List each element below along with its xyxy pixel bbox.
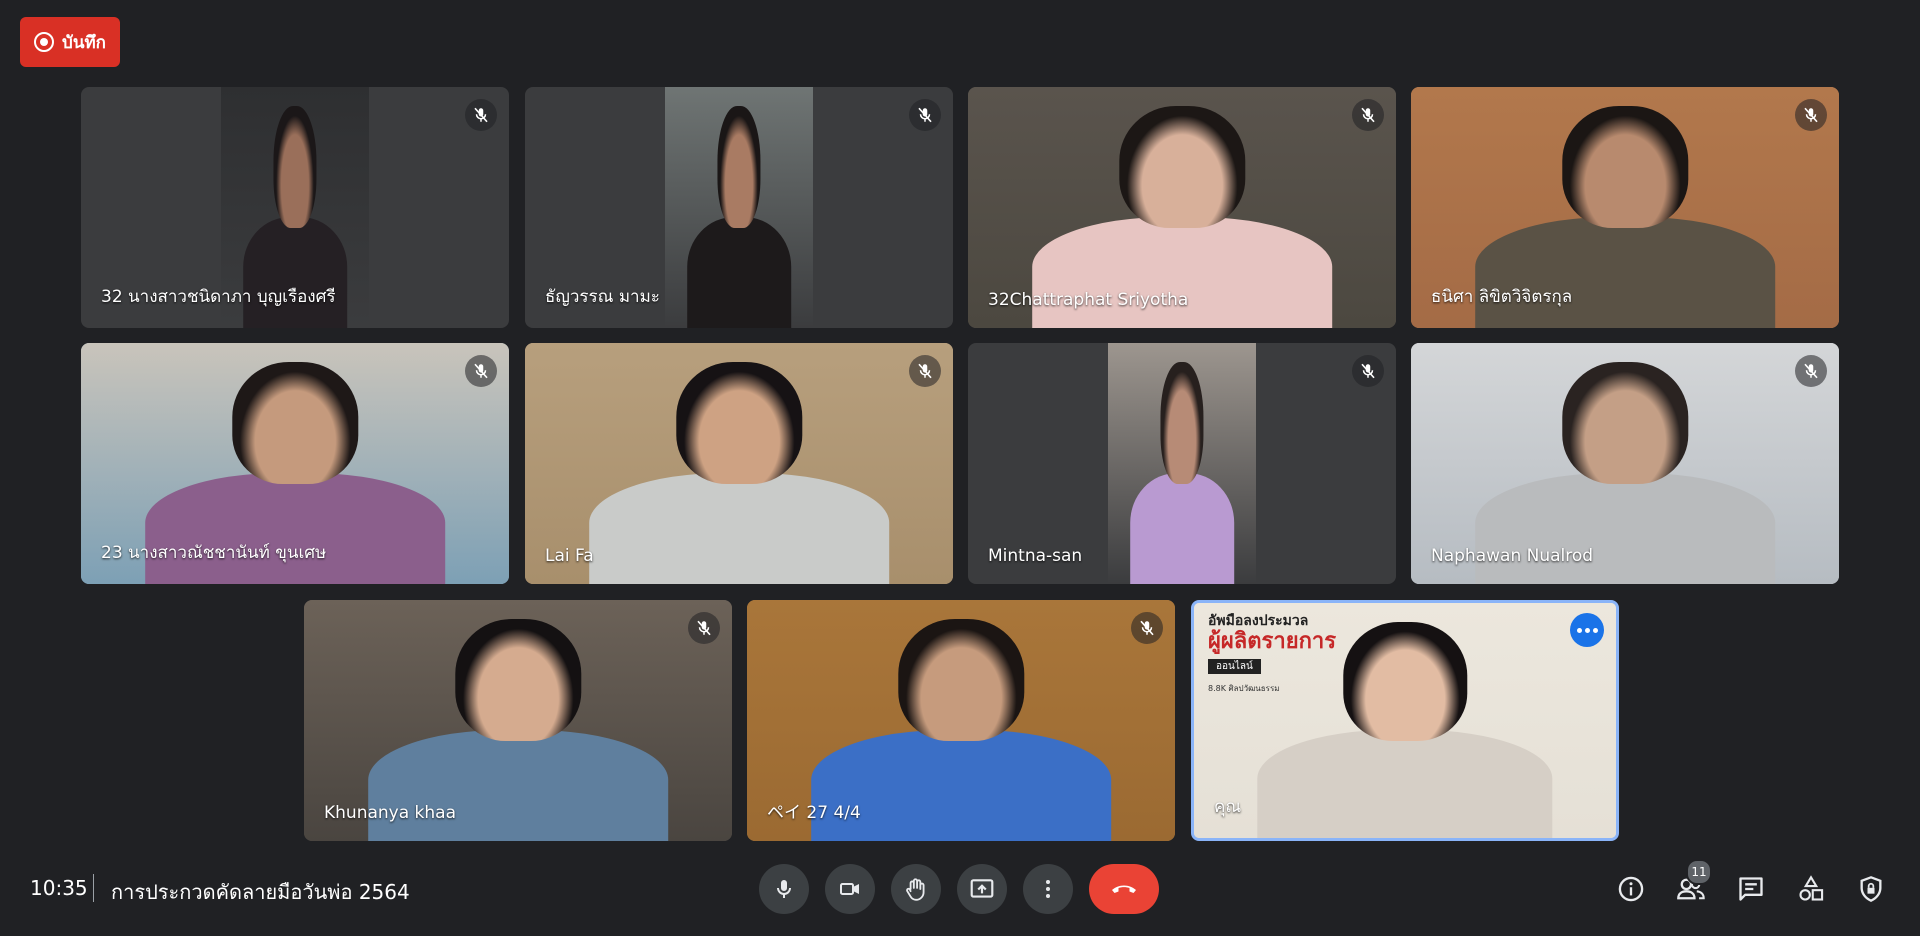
participant-name: Naphawan Nualrod	[1431, 546, 1594, 566]
meeting-title: การประกวดคัดลายมือวันพ่อ 2564	[111, 880, 410, 904]
host-controls-button[interactable]	[1852, 868, 1890, 910]
figure-body	[145, 473, 445, 584]
participant-tile[interactable]: ペイ 27 4/4	[747, 600, 1175, 841]
end-call-icon	[1112, 885, 1136, 893]
figure-head	[273, 106, 317, 229]
participant-name: Khunanya khaa	[324, 803, 456, 823]
chat-button[interactable]	[1732, 868, 1770, 910]
camera-button[interactable]	[825, 864, 875, 914]
figure-head	[898, 619, 1024, 742]
call-controls	[759, 864, 1159, 914]
figure-head	[1342, 621, 1468, 741]
meeting-details-button[interactable]	[1612, 868, 1650, 910]
camera-icon	[840, 883, 859, 895]
more-vert-icon	[1046, 880, 1050, 898]
participant-name: ธัญวรรณ มามะ	[545, 287, 660, 307]
recording-indicator[interactable]: บันทึก	[20, 17, 120, 67]
participant-name: Lai Fa	[545, 546, 594, 566]
muted-mic-icon	[1795, 99, 1827, 131]
self-video-tile[interactable]: อัพมือลงประมวล ผู้ผลิตรายการออนไลน์ 8.8K ศ…	[1191, 600, 1619, 841]
participant-tile[interactable]: 32 นางสาวชนิดาภา บุญเรืองศรี	[81, 87, 509, 328]
shield-lock-icon	[1860, 876, 1882, 902]
figure-head	[455, 619, 581, 742]
video-feed	[1108, 343, 1256, 584]
figure-body	[1257, 729, 1553, 838]
microphone-icon	[777, 880, 791, 898]
raise-hand-button[interactable]	[891, 864, 941, 914]
participant-tile[interactable]: ธัญวรรณ มามะ	[525, 87, 953, 328]
figure-body	[243, 217, 347, 328]
participant-name: 32 นางสาวชนิดาภา บุญเรืองศรี	[101, 287, 336, 307]
participant-name: คุณ	[1214, 797, 1242, 817]
participant-tile[interactable]: Khunanya khaa	[304, 600, 732, 841]
poster-text: 8.8K ศิลปวัฒนธรรม	[1208, 684, 1280, 694]
figure-head	[717, 106, 761, 229]
figure-head	[232, 362, 358, 485]
muted-mic-icon	[688, 612, 720, 644]
participant-tile[interactable]: Naphawan Nualrod	[1411, 343, 1839, 584]
muted-mic-icon	[1352, 355, 1384, 387]
participant-tile[interactable]: ธนิศา ลิขิตวิจิตรกุล	[1411, 87, 1839, 328]
poster-text: ผู้ผลิตรายการ	[1208, 629, 1337, 655]
participant-name: 23 นางสาวณัชชานันท์ ขุนเศษ	[101, 543, 327, 563]
tile-options-button[interactable]	[1570, 613, 1604, 647]
figure-head	[1160, 362, 1204, 485]
participant-name: ペイ 27 4/4	[767, 803, 861, 823]
figure-body	[368, 730, 668, 841]
leave-call-button[interactable]	[1089, 864, 1159, 914]
muted-mic-icon	[1795, 355, 1827, 387]
figure-body	[1130, 473, 1234, 584]
figure-body	[1032, 217, 1332, 328]
participant-name: 32Chattraphat Sriyotha	[988, 290, 1189, 310]
microphone-button[interactable]	[759, 864, 809, 914]
participant-tile[interactable]: 32Chattraphat Sriyotha	[968, 87, 1396, 328]
participant-tile[interactable]: 23 นางสาวณัชชานันท์ ขุนเศษ	[81, 343, 509, 584]
meeting-time: 10:35	[30, 876, 88, 900]
muted-mic-icon	[1352, 99, 1384, 131]
participant-figure	[1130, 362, 1234, 584]
figure-body	[1475, 473, 1775, 584]
participant-name: Mintna-san	[988, 546, 1083, 566]
participant-tile[interactable]: Mintna-san	[968, 343, 1396, 584]
participants-button[interactable]: 11	[1672, 859, 1712, 910]
divider	[93, 874, 94, 902]
muted-mic-icon	[909, 99, 941, 131]
chat-icon	[1739, 877, 1763, 901]
present-screen-button[interactable]	[957, 864, 1007, 914]
record-icon	[34, 32, 55, 52]
participant-count-badge: 11	[1686, 859, 1712, 885]
figure-head	[1562, 106, 1688, 229]
muted-mic-icon	[465, 355, 497, 387]
poster-text: ออนไลน์	[1208, 658, 1261, 675]
figure-head	[1562, 362, 1688, 485]
participant-figure	[687, 106, 791, 328]
participant-figure	[589, 362, 889, 584]
present-icon	[970, 879, 994, 898]
participant-name: ธนิศา ลิขิตวิจิตรกุล	[1431, 287, 1573, 307]
shapes-icon	[1799, 875, 1824, 901]
background-poster: อัพมือลงประมวล ผู้ผลิตรายการออนไลน์ 8.8K ศ…	[1208, 611, 1358, 696]
figure-head	[676, 362, 802, 485]
figure-body	[687, 217, 791, 328]
activities-button[interactable]	[1792, 868, 1830, 910]
raise-hand-icon	[906, 878, 925, 901]
bottom-bar: 10:35 การประกวดคัดลายมือวันพ่อ 2564 11	[0, 858, 1920, 922]
info-icon	[1618, 876, 1644, 902]
participant-tile[interactable]: Lai Fa	[525, 343, 953, 584]
meeting-tools: 11	[1612, 859, 1890, 910]
figure-body	[1475, 217, 1775, 328]
video-feed	[665, 87, 813, 328]
poster-text: อัพมือลงประมวล	[1208, 613, 1309, 629]
muted-mic-icon	[909, 355, 941, 387]
more-options-button[interactable]	[1023, 864, 1073, 914]
figure-head	[1119, 106, 1245, 229]
figure-body	[589, 473, 889, 584]
muted-mic-icon	[465, 99, 497, 131]
muted-mic-icon	[1131, 612, 1163, 644]
figure-body	[811, 730, 1111, 841]
recording-label: บันทึก	[62, 32, 106, 53]
